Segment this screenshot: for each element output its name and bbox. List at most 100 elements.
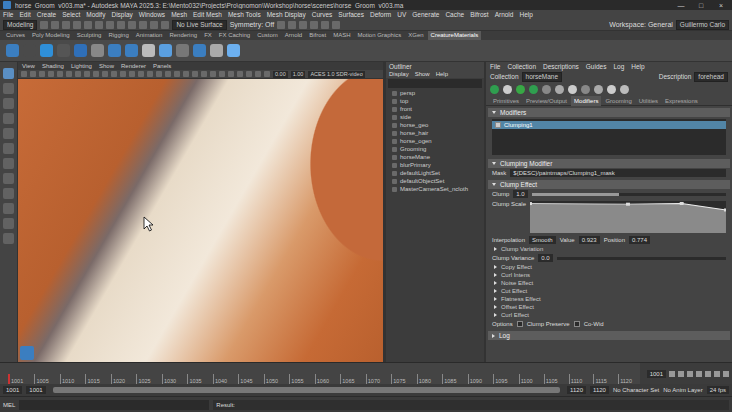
inner-end-field[interactable]: 1120 [567, 386, 586, 394]
panel-tool-icon[interactable] [264, 71, 270, 77]
menu-item[interactable]: Mesh Display [267, 11, 306, 18]
effect-section[interactable]: Copy Effect [486, 263, 732, 271]
clumping-header[interactable]: Clumping Modifier [488, 159, 730, 168]
shelf-tab[interactable]: Custom [254, 31, 281, 40]
viewport-menu-item[interactable]: View [22, 63, 35, 69]
shelf-tab[interactable]: XGen [405, 31, 426, 40]
time-slider[interactable]: 1001100510101015102010251030103510401045… [0, 363, 640, 384]
outliner-menu-item[interactable]: Show [415, 71, 430, 77]
xgen-tool-icon[interactable] [607, 85, 616, 94]
shelf-tab[interactable]: CreatureMaterials [428, 31, 482, 40]
panel-tool-icon[interactable] [120, 71, 126, 77]
collection-dropdown[interactable]: horseMane [522, 72, 563, 82]
description-dropdown[interactable]: forehead [694, 72, 728, 82]
clump-slider[interactable] [532, 193, 726, 196]
xgen-tool-icon[interactable] [568, 85, 577, 94]
window-control[interactable]: × [713, 2, 729, 9]
xgen-tool-icon[interactable] [529, 85, 538, 94]
tool-icon[interactable] [106, 21, 114, 29]
menu-item[interactable]: Bifrost [470, 11, 488, 18]
modifiers-header[interactable]: Modifiers [488, 108, 730, 117]
tool-icon[interactable] [139, 21, 147, 29]
panel-tool-icon[interactable] [30, 71, 36, 77]
panel-tool-icon[interactable] [219, 71, 225, 77]
modifier-item[interactable]: Clumping1 [492, 121, 726, 129]
xgen-menu-item[interactable]: Guides [586, 63, 607, 70]
menu-item[interactable]: Select [62, 11, 80, 18]
tool-icon[interactable] [3, 218, 14, 229]
menu-item[interactable]: Cache [445, 11, 464, 18]
current-frame-field[interactable]: 1001 [647, 370, 666, 378]
playback-button-icon[interactable] [669, 371, 675, 377]
viewport-field[interactable]: 1.00 [291, 71, 306, 78]
clump-field[interactable]: 1.0 [513, 190, 527, 198]
xgen-tab[interactable]: Preview/Output [523, 96, 570, 106]
menu-item[interactable]: Surfaces [338, 11, 364, 18]
effect-section[interactable]: Noise Effect [486, 279, 732, 287]
shelf-tool-icon[interactable] [23, 44, 36, 57]
panel-tool-icon[interactable] [84, 71, 90, 77]
shelf-tool-icon[interactable] [210, 44, 223, 57]
xgen-tab[interactable]: Primitives [490, 96, 522, 106]
panel-tool-icon[interactable] [66, 71, 72, 77]
viewport-menu-item[interactable]: Panels [153, 63, 171, 69]
xgen-tab[interactable]: Modifiers [571, 96, 601, 106]
shelf-tab[interactable]: Sculpting [74, 31, 105, 40]
character-set[interactable]: No Character Set [613, 387, 659, 393]
menu-item[interactable]: Generate [412, 11, 439, 18]
position-field[interactable]: 0.774 [629, 236, 650, 244]
outliner-item[interactable]: horse_hair [386, 129, 484, 137]
viewport-field[interactable]: 0.00 [273, 71, 288, 78]
clump-variation-row[interactable]: Clump Variation [486, 245, 732, 253]
menu-item[interactable]: Mesh Tools [228, 11, 261, 18]
playback-button-icon[interactable] [678, 371, 684, 377]
playback-button-icon[interactable] [687, 371, 693, 377]
panel-tool-icon[interactable] [111, 71, 117, 77]
tool-icon[interactable] [128, 21, 136, 29]
menu-item[interactable]: Edit Mesh [193, 11, 222, 18]
playback-button-icon[interactable] [714, 371, 720, 377]
mask-field[interactable]: ${DESC}/paintmaps/Clumping1_mask [510, 169, 726, 177]
panel-tool-icon[interactable] [210, 71, 216, 77]
outliner-item[interactable]: defaultObjectSet [386, 177, 484, 185]
shelf-tab[interactable]: Animation [133, 31, 166, 40]
shelf-tool-icon[interactable] [125, 44, 138, 57]
tool-icon[interactable] [310, 21, 318, 29]
fps-dropdown[interactable]: 24 fps [707, 386, 729, 394]
shelf-tab[interactable]: Arnold [282, 31, 305, 40]
panel-tool-icon[interactable] [147, 71, 153, 77]
shelf-tool-icon[interactable] [193, 44, 206, 57]
window-control[interactable]: □ [693, 2, 709, 9]
tool-icon[interactable] [3, 143, 14, 154]
outliner-menu-item[interactable]: Help [436, 71, 448, 77]
clump-effect-header[interactable]: Clump Effect [488, 180, 730, 189]
outliner-item[interactable]: MasterCameraSet_ncloth [386, 185, 484, 193]
xgen-tab[interactable]: Expressions [662, 96, 701, 106]
shelf-tool-icon[interactable] [176, 44, 189, 57]
modifier-checkbox[interactable] [495, 122, 501, 128]
outliner-item[interactable]: front [386, 105, 484, 113]
panel-tool-icon[interactable] [237, 71, 243, 77]
outliner-item[interactable]: top [386, 97, 484, 105]
shelf-tab[interactable]: Rigging [105, 31, 131, 40]
tool-icon[interactable] [150, 21, 158, 29]
panel-tool-icon[interactable] [21, 71, 27, 77]
outliner-menu-item[interactable]: Display [389, 71, 409, 77]
tool-icon[interactable] [3, 188, 14, 199]
xgen-tool-icon[interactable] [542, 85, 551, 94]
panel-tool-icon[interactable] [57, 71, 63, 77]
panel-tool-icon[interactable] [255, 71, 261, 77]
tool-icon[interactable] [3, 98, 14, 109]
shelf-tab[interactable]: Rendering [166, 31, 200, 40]
tool-icon[interactable] [332, 21, 340, 29]
panel-tool-icon[interactable] [93, 71, 99, 77]
value-field[interactable]: 0.923 [579, 236, 600, 244]
tool-icon[interactable] [3, 158, 14, 169]
live-surface-field[interactable]: No Live Surface [172, 20, 226, 30]
outliner-item[interactable]: Grooming [386, 145, 484, 153]
outliner-item[interactable]: persp [386, 89, 484, 97]
window-control[interactable]: — [673, 2, 689, 9]
shelf-tool-icon[interactable] [57, 44, 70, 57]
shelf-tab[interactable]: Poly Modeling [29, 31, 73, 40]
viewport-menu-item[interactable]: Shading [42, 63, 64, 69]
